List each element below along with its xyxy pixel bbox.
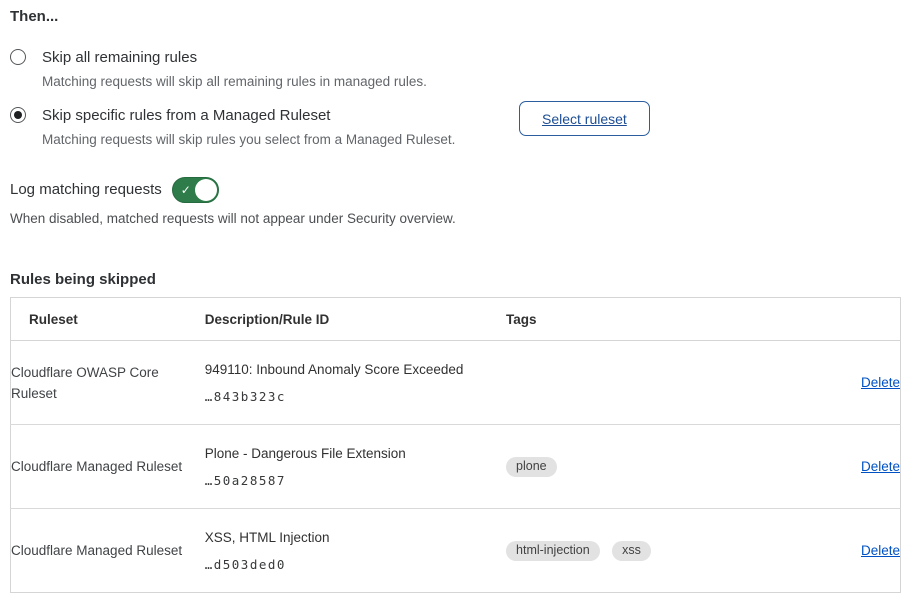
radio-skip-all-remaining-rules[interactable] (10, 49, 26, 65)
then-heading: Then... (10, 6, 901, 28)
rule-id: …50a28587 (205, 473, 506, 488)
table-row: Cloudflare Managed Ruleset Plone - Dange… (11, 425, 901, 509)
action-options: Skip all remaining rules Matching reques… (10, 47, 901, 150)
tag-pill: xss (612, 541, 651, 561)
column-header-description-rule-id: Description/Rule ID (205, 298, 506, 341)
rule-description: XSS, HTML Injection (205, 529, 506, 547)
table-header-row: Ruleset Description/Rule ID Tags (11, 298, 901, 341)
waf-skip-rule-form: Then... Skip all remaining rules Matchin… (0, 0, 911, 593)
delete-rule-link[interactable]: Delete (861, 375, 900, 390)
rules-being-skipped-table: Ruleset Description/Rule ID Tags Cloudfl… (10, 297, 901, 593)
rule-description: 949110: Inbound Anomaly Score Exceeded (205, 361, 506, 379)
log-toggle[interactable]: ✓ (172, 177, 219, 203)
toggle-knob (195, 179, 217, 201)
option-text: Skip all remaining rules Matching reques… (42, 47, 427, 92)
delete-rule-link[interactable]: Delete (861, 459, 900, 474)
select-ruleset-button[interactable]: Select ruleset (519, 101, 650, 136)
table-row: Cloudflare Managed Ruleset XSS, HTML Inj… (11, 509, 901, 593)
radio-dot (14, 111, 22, 119)
rule-description-cell: 949110: Inbound Anomaly Score Exceeded …… (205, 341, 506, 425)
column-header-ruleset: Ruleset (11, 298, 205, 341)
log-toggle-label: Log matching requests (10, 177, 162, 203)
rule-action-cell: Delete (736, 341, 900, 425)
option-text: Skip specific rules from a Managed Rules… (42, 105, 455, 150)
rules-being-skipped-heading: Rules being skipped (10, 269, 901, 291)
table-row: Cloudflare OWASP Core Ruleset 949110: In… (11, 341, 901, 425)
ruleset-name: Cloudflare Managed Ruleset (11, 509, 205, 593)
option-label[interactable]: Skip all remaining rules (42, 47, 427, 69)
rule-action-cell: Delete (736, 509, 900, 593)
log-matching-requests-row: Log matching requests ✓ (10, 177, 901, 203)
rule-description-cell: XSS, HTML Injection …d503ded0 (205, 509, 506, 593)
ruleset-name: Cloudflare Managed Ruleset (11, 425, 205, 509)
tag-pill: html-injection (506, 541, 600, 561)
delete-rule-link[interactable]: Delete (861, 543, 900, 558)
rule-description: Plone - Dangerous File Extension (205, 445, 506, 463)
rule-description-cell: Plone - Dangerous File Extension …50a285… (205, 425, 506, 509)
option-skip-specific-rules: Skip specific rules from a Managed Rules… (10, 105, 901, 150)
rule-id: …843b323c (205, 389, 506, 404)
radio-skip-specific-rules[interactable] (10, 107, 26, 123)
log-toggle-description: When disabled, matched requests will not… (10, 209, 901, 229)
rule-tags-cell: plone (506, 425, 736, 509)
ruleset-name: Cloudflare OWASP Core Ruleset (11, 341, 205, 425)
check-icon: ✓ (181, 182, 191, 198)
option-description: Matching requests will skip rules you se… (42, 130, 455, 150)
column-header-tags: Tags (506, 298, 736, 341)
rule-action-cell: Delete (736, 425, 900, 509)
rule-id: …d503ded0 (205, 557, 506, 572)
option-description: Matching requests will skip all remainin… (42, 72, 427, 92)
tag-pill: plone (506, 457, 557, 477)
option-label[interactable]: Skip specific rules from a Managed Rules… (42, 105, 455, 127)
rule-tags-cell (506, 341, 736, 425)
column-header-actions (736, 298, 900, 341)
rule-tags-cell: html-injection xss (506, 509, 736, 593)
option-skip-all-remaining-rules: Skip all remaining rules Matching reques… (10, 47, 901, 92)
